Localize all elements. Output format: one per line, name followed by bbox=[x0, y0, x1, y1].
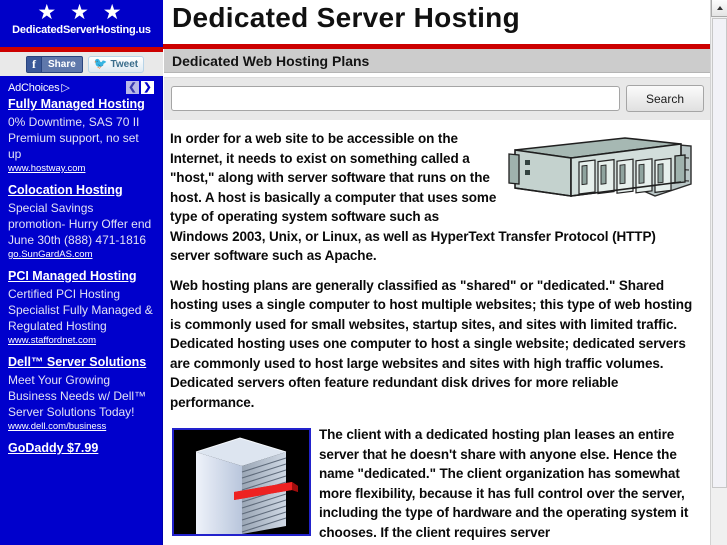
ad-item: Colocation Hosting Special Savings promo… bbox=[0, 182, 162, 268]
vertical-scrollbar[interactable] bbox=[710, 0, 727, 545]
ad-description: Certified PCI Hosting Specialist Fully M… bbox=[8, 287, 153, 333]
stars-icon: ★ ★ ★ bbox=[37, 1, 126, 24]
ad-title-link[interactable]: Dell™ Server Solutions bbox=[8, 354, 154, 371]
ad-title-link[interactable]: GoDaddy $7.99 bbox=[8, 440, 154, 457]
logo-wordmark: DedicatedServerHosting.us bbox=[12, 24, 151, 36]
ad-pager: ❮ ❯ bbox=[126, 80, 154, 94]
facebook-icon: f bbox=[27, 56, 42, 72]
ad-item: PCI Managed Hosting Certified PCI Hostin… bbox=[0, 268, 162, 354]
twitter-bird-icon: 🐦 bbox=[93, 57, 108, 70]
ad-next-button[interactable]: ❯ bbox=[141, 80, 154, 94]
search-form: Search bbox=[164, 77, 710, 120]
social-share-bar: f Share 🐦 Tweet bbox=[0, 52, 163, 76]
ad-item: GoDaddy $7.99 bbox=[0, 440, 162, 464]
browser-page: ★ ★ ★ DedicatedServerHosting.us Dedicate… bbox=[0, 0, 727, 545]
section-heading-bar: Dedicated Web Hosting Plans bbox=[164, 49, 710, 73]
ad-description: 0% Downtime, SAS 70 II Premium support, … bbox=[8, 115, 140, 161]
scrollbar-thumb[interactable] bbox=[712, 18, 727, 488]
ad-item: Fully Managed Hosting 0% Downtime, SAS 7… bbox=[0, 96, 162, 182]
ad-url-link[interactable]: go.SunGardAS.com bbox=[8, 249, 154, 260]
ad-title-link[interactable]: Fully Managed Hosting bbox=[8, 96, 154, 113]
article-body: In order for a web site to be accessible… bbox=[164, 120, 710, 542]
main-content: Dedicated Web Hosting Plans Search In or… bbox=[164, 49, 710, 545]
ad-prev-button[interactable]: ❮ bbox=[126, 80, 139, 94]
twitter-tweet-button[interactable]: 🐦 Tweet bbox=[87, 55, 145, 73]
scroll-up-arrow-icon[interactable] bbox=[711, 0, 727, 17]
twitter-tweet-label: Tweet bbox=[110, 58, 139, 70]
ad-url-link[interactable]: www.dell.com/business bbox=[8, 421, 154, 432]
ad-item: Dell™ Server Solutions Meet Your Growing… bbox=[0, 354, 162, 440]
paragraph-2: Web hosting plans are generally classifi… bbox=[170, 277, 693, 410]
rack-server-image bbox=[505, 132, 698, 210]
ad-description: Special Savings promotion- Hurry Offer e… bbox=[8, 201, 152, 247]
adchoices-label-text: AdChoices bbox=[8, 81, 60, 94]
tower-server-image bbox=[172, 428, 311, 536]
ad-url-link[interactable]: www.staffordnet.com bbox=[8, 335, 154, 346]
ad-url-link[interactable]: www.hostway.com bbox=[8, 163, 154, 174]
ad-title-link[interactable]: PCI Managed Hosting bbox=[8, 268, 154, 285]
search-zone: Search bbox=[164, 73, 710, 120]
adchoices-link[interactable]: AdChoices ▷ bbox=[8, 81, 70, 94]
facebook-share-label: Share bbox=[48, 58, 76, 70]
ad-description: Meet Your Growing Business Needs w/ Dell… bbox=[8, 373, 147, 419]
adchoices-triangle-icon: ▷ bbox=[61, 81, 70, 94]
adchoices-row: AdChoices ▷ ❮ ❯ bbox=[0, 76, 162, 96]
search-button[interactable]: Search bbox=[626, 85, 704, 112]
site-header: ★ ★ ★ DedicatedServerHosting.us Dedicate… bbox=[0, 0, 710, 47]
facebook-share-button[interactable]: f Share bbox=[26, 55, 83, 73]
site-logo[interactable]: ★ ★ ★ DedicatedServerHosting.us bbox=[0, 0, 163, 47]
ad-title-link[interactable]: Colocation Hosting bbox=[8, 182, 154, 199]
sidebar-ads-panel: AdChoices ▷ ❮ ❯ Fully Managed Hosting 0% … bbox=[0, 76, 163, 545]
page-title: Dedicated Server Hosting bbox=[172, 2, 520, 33]
section-heading: Dedicated Web Hosting Plans bbox=[172, 52, 370, 69]
search-input[interactable] bbox=[171, 86, 620, 111]
